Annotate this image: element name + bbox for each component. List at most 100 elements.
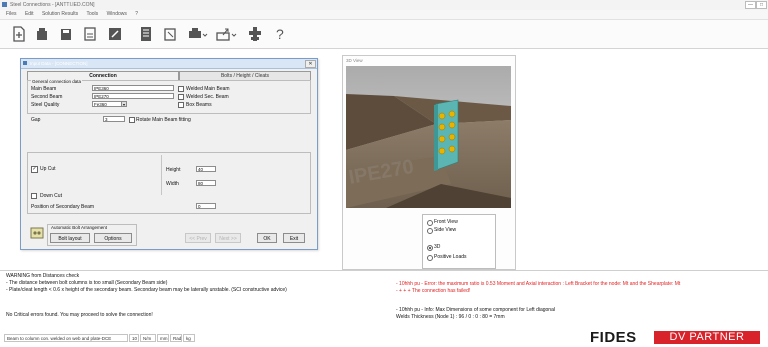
minimize-button[interactable]: — (745, 1, 756, 9)
new-file-icon[interactable] (12, 26, 26, 42)
second-beam-label: Second Beam (31, 94, 63, 100)
view-3d-canvas[interactable]: IPE270 (346, 66, 511, 208)
dialog-icon (23, 61, 27, 65)
down-cut-checkbox[interactable] (31, 193, 37, 199)
welded-sec-beam-label: Welded Sec. Beam (186, 94, 229, 100)
toolbar: ? (0, 20, 768, 49)
side-view-label: Side View (434, 227, 457, 233)
error-line-1: - 10hhh pu - Error: the maximum ratio is… (396, 281, 681, 287)
welded-main-beam-checkbox[interactable] (178, 86, 184, 92)
status-bar: Beam to column con. welded on web and pl… (0, 334, 590, 343)
positive-loads-radio[interactable] (427, 255, 433, 261)
calculator-icon[interactable] (84, 26, 96, 42)
connection-3d-model: IPE270 (346, 66, 511, 208)
export-icon[interactable] (216, 26, 238, 42)
width-label: Width (166, 181, 179, 187)
view-options-panel: Front View Side View 3D Positive Loads (422, 214, 496, 269)
auto-bolt-label: Automatic Bolt Arrangement (51, 225, 108, 230)
warning-line-1: - The distance between bolt columns is t… (6, 280, 168, 286)
brand-dv-partner: DV PARTNER (654, 331, 760, 344)
status-field-1: 10 (129, 334, 139, 342)
cuts-divider (161, 155, 162, 195)
down-cut-label: Down Cut (40, 193, 62, 199)
error-line-2: - + + + The connection has failed! (396, 288, 471, 294)
save-icon[interactable] (60, 26, 72, 42)
exit-button[interactable]: Exit (283, 233, 305, 243)
steel-quality-label: Steel Quality (31, 102, 60, 108)
chevron-down-icon[interactable]: ▾ (121, 101, 127, 107)
ok-button[interactable]: OK (257, 233, 277, 243)
position-field[interactable]: 0 (196, 203, 216, 209)
help-icon[interactable]: ? (276, 26, 284, 42)
status-units-force: N/m (140, 334, 156, 342)
menu-tools[interactable]: Tools (87, 10, 99, 19)
app-icon (2, 2, 7, 7)
window-title: Steel Connections - [ANTTI.IED.CON] (10, 2, 95, 8)
front-view-label: Front View (434, 219, 458, 225)
status-units-angle: Rad (170, 334, 182, 342)
auto-bolt-group: Automatic Bolt Arrangement Bolt layout O… (47, 224, 137, 246)
menu-help[interactable]: ? (135, 10, 138, 19)
status-connection-type: Beam to column con. welded on web and pl… (4, 334, 128, 342)
info-line-2: Welds Thickness (Node 1) : 96 / 0 : 0 : … (396, 314, 505, 320)
warning-line-2: - Plate/cleat length < 0.6 x height of t… (6, 287, 287, 293)
group-title: General connection data (31, 79, 83, 84)
rotate-main-beam-checkbox[interactable] (129, 117, 135, 123)
tab-bolts-height-cleats[interactable]: Bolts / Height / Cleats (179, 71, 311, 80)
view-3d-window: 3D View IPE270 Front View Side View 3D P… (342, 55, 516, 270)
general-connection-group: General connection data Main Beam IPE360… (27, 79, 311, 114)
cuts-group: ✓ Up Cut Height 40 Width 80 Down Cut Pos… (27, 152, 311, 214)
3d-view-label: 3D (434, 244, 441, 250)
report-icon[interactable] (140, 26, 152, 42)
window-title-bar: Steel Connections - [ANTTI.IED.CON] — □ (0, 0, 768, 10)
edit-icon[interactable] (108, 26, 124, 42)
box-beams-checkbox[interactable] (178, 102, 184, 108)
open-folder-icon[interactable] (36, 26, 48, 42)
gap-field[interactable]: 3 (103, 116, 125, 122)
up-cut-checkbox[interactable]: ✓ (31, 166, 38, 173)
brand-fides: FIDES (590, 329, 637, 346)
input-data-dialog: Input Data - [CONNECTION] ✕ Connection B… (20, 58, 318, 250)
second-beam-field[interactable]: IPE270 (92, 93, 174, 99)
welded-sec-beam-checkbox[interactable] (178, 94, 184, 100)
status-units-length: mm (157, 334, 169, 342)
no-critical-errors-message: No Critical errors found. You may procee… (6, 312, 153, 318)
print-icon[interactable] (188, 26, 208, 42)
status-units-mass: kg (183, 334, 195, 342)
maximize-button[interactable]: □ (756, 1, 767, 9)
next-button[interactable]: Next >> (215, 233, 241, 243)
dialog-title: Input Data - [CONNECTION] (30, 61, 88, 66)
bolt-arrangement-icon (30, 227, 44, 239)
dialog-close-button[interactable]: ✕ (305, 60, 316, 68)
up-cut-label: Up Cut (40, 166, 56, 172)
positive-loads-label: Positive Loads (434, 254, 467, 260)
front-view-radio[interactable] (427, 220, 433, 226)
main-beam-field[interactable]: IPE360 (92, 85, 174, 91)
side-view-radio[interactable] (427, 228, 433, 234)
bolt-layout-button[interactable]: Bolt layout (50, 233, 90, 243)
position-label: Position of Secondary Beam (31, 204, 95, 210)
gap-label: Gap (31, 117, 41, 123)
welded-main-beam-label: Welded Main Beam (186, 86, 230, 92)
info-line-1: - 10hhh pu - Info: Max Dimensions of som… (396, 307, 555, 313)
main-beam-label: Main Beam (31, 86, 57, 92)
height-label: Height (166, 167, 181, 173)
menu-files[interactable]: Files (6, 10, 17, 19)
settings-icon[interactable] (248, 26, 262, 42)
menu-edit[interactable]: Edit (25, 10, 34, 19)
rotate-main-beam-label: Rotate Main Beam fitting (136, 117, 191, 123)
view-3d-title: 3D View (346, 58, 363, 63)
height-field[interactable]: 40 (196, 166, 216, 172)
width-field[interactable]: 80 (196, 180, 216, 186)
menu-solution-results[interactable]: Solution Results (42, 10, 78, 19)
warning-title: WARNING from Distances check (6, 273, 80, 279)
3d-view-radio[interactable] (427, 245, 433, 251)
box-beams-label: Box Beams (186, 102, 212, 108)
fides-dv-partner-logo: FIDES DV PARTNER (590, 330, 762, 346)
menu-windows[interactable]: Windows (107, 10, 127, 19)
options-button[interactable]: Options (94, 233, 132, 243)
report-export-icon[interactable] (164, 26, 177, 42)
dialog-title-bar: Input Data - [CONNECTION] ✕ (21, 59, 317, 69)
prev-button[interactable]: << Prev (185, 233, 211, 243)
menu-bar: Files Edit Solution Results Tools Window… (0, 10, 768, 20)
